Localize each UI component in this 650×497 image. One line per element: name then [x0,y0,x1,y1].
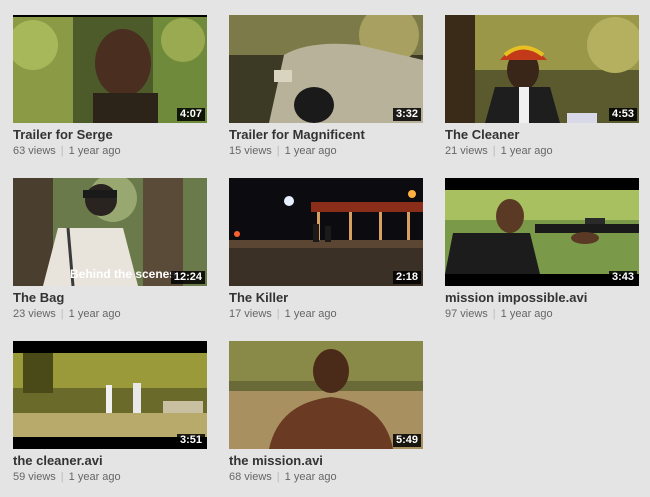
video-meta: 21 views | 1 year ago [445,145,639,157]
duration-badge: 4:53 [608,108,637,121]
thumbnail-caption: Behind the scenes [70,267,176,281]
video-tile: 4:07 Trailer for Serge 63 views | 1 year a… [13,15,207,157]
video-title[interactable]: The Bag [13,290,207,305]
video-title[interactable]: Trailer for Serge [13,127,207,142]
view-count: 23 views [13,308,56,320]
separator: | [276,308,280,320]
video-thumbnail[interactable]: 3:43 [445,178,639,286]
video-thumbnail[interactable]: Behind the scenes 12:24 [13,178,207,286]
upload-age: 1 year ago [500,145,553,157]
video-title[interactable]: The Killer [229,290,423,305]
thumbnail-image [13,341,207,449]
view-count: 68 views [229,471,272,483]
view-count: 63 views [13,145,56,157]
upload-age: 1 year ago [284,145,337,157]
video-title[interactable]: the mission.avi [229,453,423,468]
video-tile: Behind the scenes 12:24 The Bag 23 views… [13,178,207,320]
separator: | [60,471,64,483]
video-thumbnail[interactable]: 5:49 [229,341,423,449]
video-title[interactable]: the cleaner.avi [13,453,207,468]
separator: | [60,308,64,320]
video-thumbnail[interactable]: 2:18 [229,178,423,286]
video-tile: 5:49 the mission.avi 68 views | 1 year ago [229,341,423,483]
video-tile: 4:53 The Cleaner 21 views | 1 year ago [445,15,639,157]
video-meta: 15 views | 1 year ago [229,145,423,157]
video-title[interactable]: mission impossible.avi [445,290,639,305]
duration-badge: 2:18 [392,271,421,284]
upload-age: 1 year ago [500,308,553,320]
upload-age: 1 year ago [68,471,121,483]
video-meta: 63 views | 1 year ago [13,145,207,157]
thumbnail-image [229,178,423,286]
video-tile: 3:43 mission impossible.avi 97 views | 1 y… [445,178,639,320]
duration-badge: 3:51 [176,434,205,447]
video-meta: 97 views | 1 year ago [445,308,639,320]
thumbnail-image [445,15,639,123]
view-count: 15 views [229,145,272,157]
upload-age: 1 year ago [284,471,337,483]
thumbnail-image: Behind the scenes [13,178,207,286]
view-count: 97 views [445,308,488,320]
upload-age: 1 year ago [68,145,121,157]
thumbnail-image [13,15,207,123]
video-title[interactable]: Trailer for Magnificent [229,127,423,142]
separator: | [492,145,496,157]
video-thumbnail[interactable]: 4:53 [445,15,639,123]
separator: | [276,471,280,483]
video-tile: 3:51 the cleaner.avi 59 views | 1 year ago [13,341,207,483]
upload-age: 1 year ago [284,308,337,320]
thumbnail-image [445,178,639,286]
video-meta: 68 views | 1 year ago [229,471,423,483]
view-count: 17 views [229,308,272,320]
duration-badge: 5:49 [392,434,421,447]
thumbnail-image [229,15,423,123]
separator: | [276,145,280,157]
duration-badge: 4:07 [176,108,205,121]
video-thumbnail[interactable]: 4:07 [13,15,207,123]
separator: | [492,308,496,320]
video-thumbnail[interactable]: 3:51 [13,341,207,449]
video-meta: 17 views | 1 year ago [229,308,423,320]
video-thumbnail[interactable]: 3:32 [229,15,423,123]
video-meta: 59 views | 1 year ago [13,471,207,483]
separator: | [60,145,64,157]
duration-badge: 3:32 [392,108,421,121]
video-meta: 23 views | 1 year ago [13,308,207,320]
video-tile: 3:32 Trailer for Magnificent 15 views | 1 … [229,15,423,157]
duration-badge: 3:43 [608,271,637,284]
upload-age: 1 year ago [68,308,121,320]
view-count: 59 views [13,471,56,483]
video-title[interactable]: The Cleaner [445,127,639,142]
thumbnail-image [229,341,423,449]
duration-badge: 12:24 [170,271,205,284]
view-count: 21 views [445,145,488,157]
video-tile: 2:18 The Killer 17 views | 1 year ago [229,178,423,320]
